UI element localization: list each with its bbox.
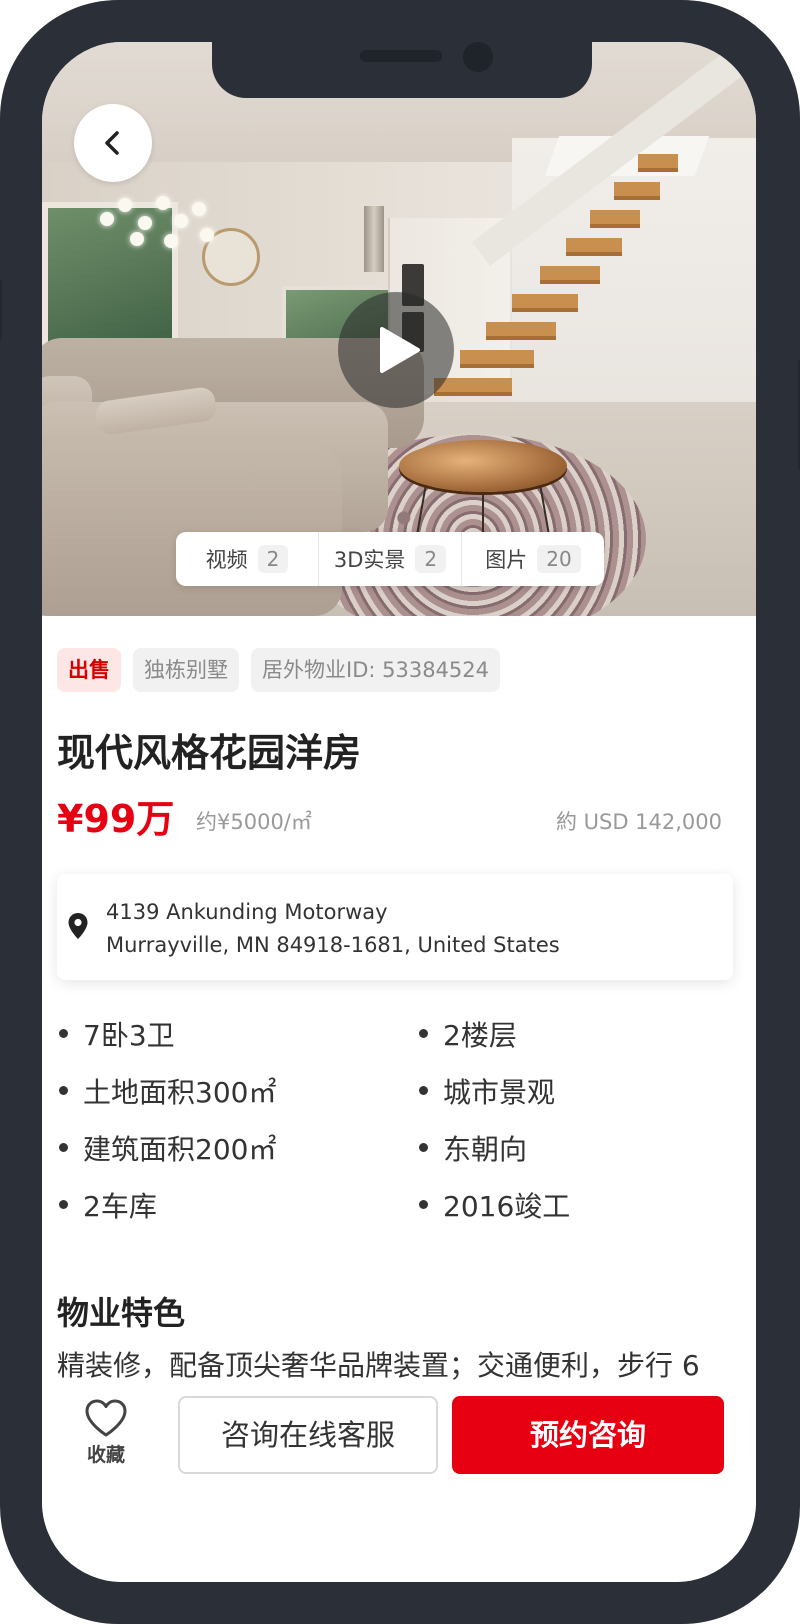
photo-stair-step (434, 378, 512, 392)
heart-outline-icon (85, 1399, 127, 1437)
address-card[interactable]: 4139 Ankunding Motorway Murrayville, MN … (57, 874, 733, 980)
front-camera (463, 42, 493, 72)
photo-stair-step (460, 350, 534, 364)
feature-item: 7卧3卫 (57, 1014, 175, 1054)
tab-photos[interactable]: 图片 20 (462, 532, 604, 586)
feature-item: 东朝向 (417, 1128, 527, 1168)
feature-item: 城市景观 (417, 1071, 555, 1111)
address-line-2: Murrayville, MN 84918-1681, United State… (106, 933, 560, 957)
listing-price: ¥99万 (57, 797, 175, 841)
book-consultation-button[interactable]: 预约咨询 (452, 1396, 724, 1474)
play-icon (380, 327, 420, 373)
tag-row: 出售 独栋别墅 居外物业ID: 53384524 (57, 648, 501, 692)
photo-sofa-chaise (42, 446, 342, 616)
phone-notch (212, 42, 592, 98)
photo-stair-step (590, 210, 640, 224)
media-tabs: 视频 2 3D实景 2 图片 20 (176, 532, 604, 586)
feature-item: 土地面积300㎡ (57, 1071, 276, 1111)
tab-label: 视频 (205, 548, 248, 572)
property-id-tag: 居外物业ID: 53384524 (251, 648, 501, 692)
screen: 视频 2 3D实景 2 图片 20 出售 独栋别墅 居外物业ID: 533845… (42, 42, 756, 1582)
address-line-1: 4139 Ankunding Motorway (106, 900, 388, 924)
feature-item: 2016竣工 (417, 1185, 570, 1225)
bottom-action-bar: 收藏 咨询在线客服 预约咨询 (42, 1382, 756, 1582)
tab-count: 2 (415, 545, 447, 573)
photo-chandelier (100, 192, 220, 252)
photo-hood (364, 206, 384, 272)
feature-item: 2车库 (57, 1185, 157, 1225)
tab-count: 2 (257, 545, 289, 573)
property-type-tag: 独栋别墅 (133, 648, 239, 692)
feature-item: 建筑面积200㎡ (57, 1128, 276, 1168)
photo-stair-step (540, 266, 600, 280)
tab-count: 20 (537, 545, 581, 573)
photo-stair-step (566, 238, 622, 252)
usd-price: 約 USD 142,000 (555, 810, 722, 834)
sale-tag: 出售 (57, 648, 121, 692)
section-title: 物业特色 (57, 1294, 186, 1332)
photo-coffee-table (399, 440, 567, 492)
play-video-button[interactable] (338, 292, 454, 408)
unit-price: 约¥5000/㎡ (196, 810, 312, 834)
back-button[interactable] (74, 104, 152, 182)
listing-title: 现代风格花园洋房 (57, 731, 362, 775)
photo-stair-step (614, 182, 660, 196)
photo-stair-step (638, 154, 678, 168)
tab-label: 3D实景 (333, 548, 406, 572)
photo-stair-step (512, 294, 578, 308)
favorite-label: 收藏 (86, 1444, 125, 1466)
phone-frame: 视频 2 3D实景 2 图片 20 出售 独栋别墅 居外物业ID: 533845… (0, 0, 800, 1624)
phone-side-button (0, 280, 2, 340)
chat-online-service-button[interactable]: 咨询在线客服 (178, 1396, 438, 1474)
speaker (360, 50, 442, 62)
tab-label: 图片 (485, 548, 528, 572)
tab-video[interactable]: 视频 2 (176, 532, 319, 586)
property-photo[interactable]: 视频 2 3D实景 2 图片 20 (42, 42, 756, 616)
photo-stair-step (486, 322, 556, 336)
chevron-left-icon (105, 131, 119, 155)
favorite-button[interactable]: 收藏 (80, 1398, 132, 1467)
map-pin-icon (68, 913, 88, 939)
tab-3d-tour[interactable]: 3D实景 2 (319, 532, 462, 586)
feature-item: 2楼层 (417, 1014, 517, 1054)
